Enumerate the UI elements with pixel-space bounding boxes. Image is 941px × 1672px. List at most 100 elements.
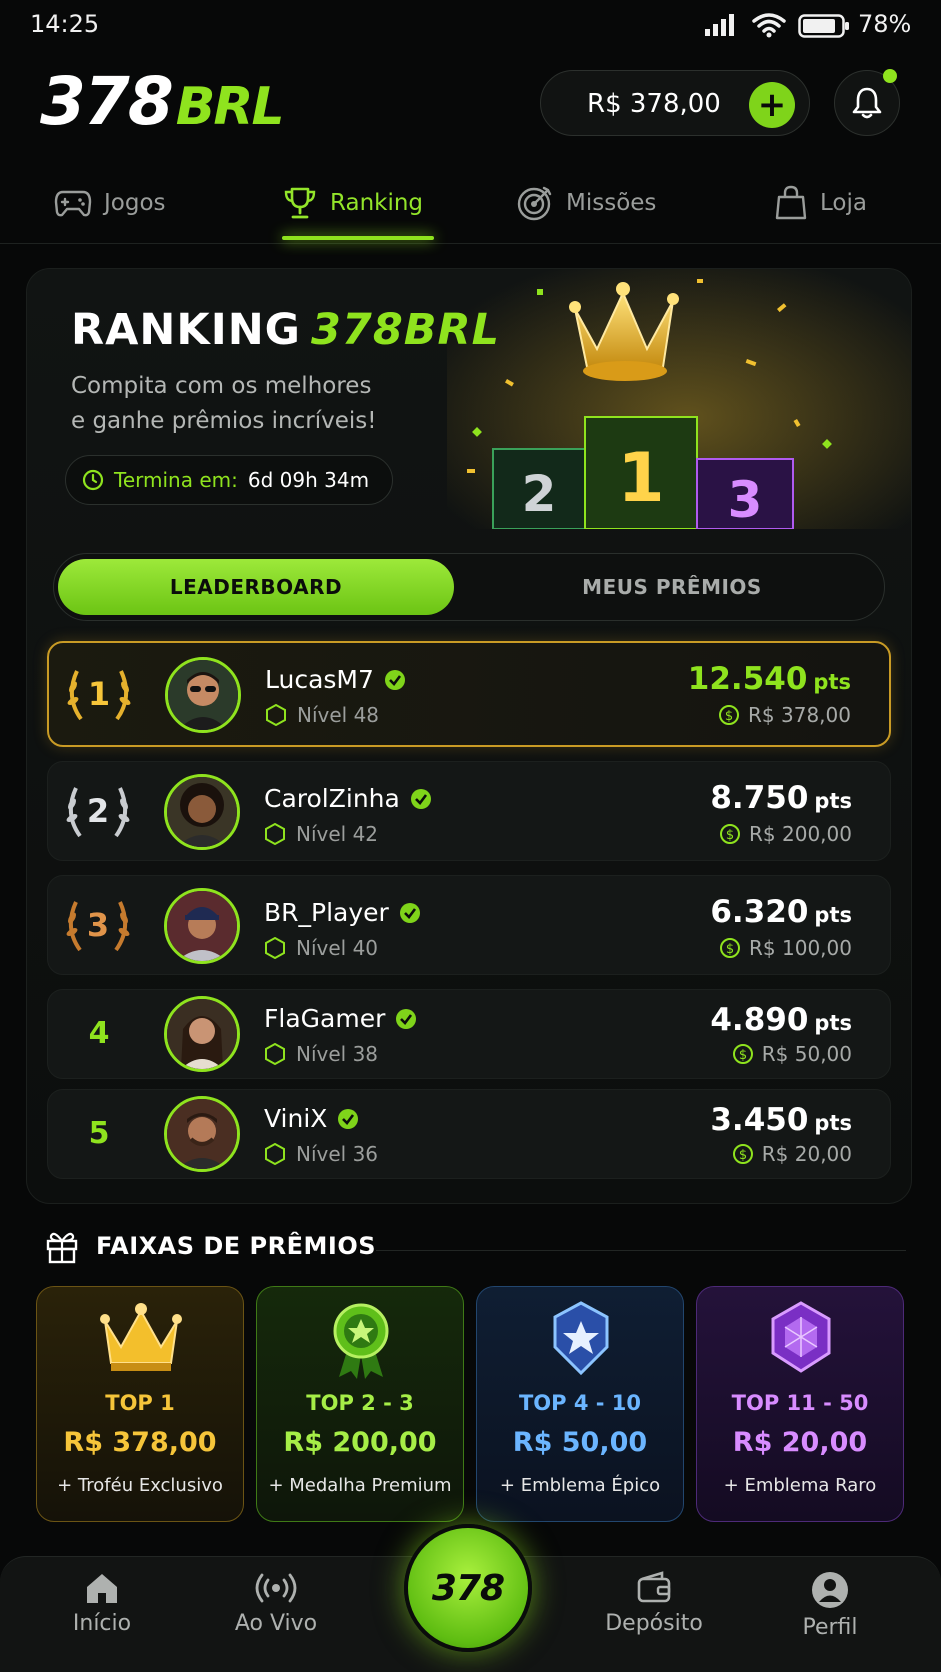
coin-icon: $ — [732, 1044, 753, 1064]
player-name-row: FlaGamer — [264, 1004, 417, 1033]
player-name: ViniX — [264, 1104, 328, 1133]
add-funds-button[interactable]: + — [749, 82, 795, 128]
avatar-image — [167, 777, 237, 847]
wifi-icon — [752, 13, 786, 38]
prize-tier-card[interactable]: TOP 1 R$ 378,00 + Troféu Exclusivo — [36, 1286, 244, 1522]
crown-icon — [100, 1303, 182, 1371]
prize-tiers-header: FAIXAS DE PRÊMIOS — [44, 1228, 376, 1264]
gamepad-icon — [54, 190, 92, 217]
avatar[interactable] — [165, 657, 241, 733]
nav-deposito[interactable]: Depósito — [584, 1571, 724, 1636]
player-name: FlaGamer — [264, 1004, 386, 1033]
bell-icon — [852, 87, 882, 119]
player-name: BR_Player — [264, 898, 389, 927]
notifications-button[interactable] — [834, 69, 900, 136]
points-value: 12.540 — [687, 661, 808, 697]
battery-icon — [798, 14, 849, 38]
svg-text:$: $ — [739, 1048, 747, 1063]
avatar[interactable] — [164, 996, 240, 1072]
target-icon — [517, 186, 552, 221]
svg-text:$: $ — [739, 1148, 747, 1163]
tab-loja[interactable]: Loja — [774, 162, 867, 244]
rank-number: 2 — [87, 792, 109, 830]
tab-label: Ranking — [330, 190, 424, 216]
coin-icon: $ — [732, 1144, 753, 1164]
prize-tier-card[interactable]: TOP 4 - 10 R$ 50,00 + Emblema Épico — [476, 1286, 684, 1522]
active-tab-indicator — [282, 236, 434, 240]
tier-name: TOP 2 - 3 — [306, 1391, 414, 1415]
tab-jogos[interactable]: Jogos — [54, 162, 166, 244]
avatar-image — [167, 891, 237, 961]
rank-number: 1 — [88, 675, 110, 713]
level-hex-icon — [265, 1043, 285, 1065]
player-prize: $ R$ 100,00 — [719, 936, 852, 960]
app-logo[interactable]: 378BRL — [40, 64, 285, 145]
tab-missoes[interactable]: Missões — [516, 162, 656, 244]
silver-laurel-icon: 2 — [66, 787, 130, 838]
nav-ao-vivo[interactable]: Ao Vivo — [206, 1571, 346, 1636]
points-value: 6.320 — [710, 894, 809, 930]
medal-icon — [333, 1303, 389, 1379]
nav-inicio[interactable]: Início — [32, 1571, 172, 1636]
player-level: Nível 38 — [296, 1042, 379, 1066]
avatar-image — [167, 1099, 237, 1169]
player-prize: $ R$ 200,00 — [719, 822, 852, 846]
verified-icon — [396, 1008, 417, 1029]
tab-label: Loja — [820, 190, 867, 216]
avatar-image — [168, 660, 238, 730]
avatar[interactable] — [164, 1096, 240, 1172]
avatar[interactable] — [164, 774, 240, 850]
player-level: Nível 42 — [296, 822, 379, 846]
segment-meus-premios[interactable]: MEUS PRÊMIOS — [464, 559, 880, 615]
divider — [376, 1250, 906, 1251]
avatar[interactable] — [164, 888, 240, 964]
nav-perfil[interactable]: Perfil — [760, 1571, 900, 1640]
user-icon — [812, 1572, 848, 1608]
leaderboard-row[interactable]: 4 FlaGamer Nível 38 4.890 pts $ R$ 50,00 — [47, 989, 891, 1079]
leaderboard-row[interactable]: 5 ViniX Nível 36 3.450 pts $ R$ 20,00 — [47, 1089, 891, 1179]
prize-amount: R$ 378,00 — [748, 703, 851, 727]
verified-icon — [399, 902, 420, 923]
points-unit: pts — [814, 789, 852, 813]
segment-leaderboard[interactable]: LEADERBOARD — [58, 559, 454, 615]
tab-label: Missões — [566, 190, 657, 216]
tier-description: + Emblema Épico — [499, 1475, 661, 1496]
player-points: 6.320 pts — [710, 894, 852, 930]
center-logo-button[interactable]: 378 — [404, 1524, 532, 1652]
leaderboard-row[interactable]: 3 BR_Player Nível 40 6.320 pts $ R$ 100,0… — [47, 875, 891, 975]
timer-value: 6d 09h 34m — [247, 468, 370, 492]
tier-description: + Emblema Raro — [723, 1475, 877, 1496]
tab-ranking[interactable]: Ranking — [282, 162, 423, 244]
shopping-bag-icon — [775, 185, 807, 220]
nav-label: Início — [72, 1611, 132, 1636]
tab-label: Jogos — [104, 190, 166, 216]
leaderboard-row[interactable]: 1 LucasM7 Nível 48 12.540 pts $ R$ 378,00 — [47, 641, 891, 747]
countdown-timer: Termina em: 6d 09h 34m — [65, 455, 393, 505]
player-level: Nível 40 — [296, 936, 379, 960]
points-unit: pts — [814, 1011, 852, 1035]
balance-pill[interactable]: R$ 378,00 + — [540, 70, 810, 136]
ranking-title-main: RANKING — [71, 305, 301, 355]
tier-name: TOP 4 - 10 — [518, 1391, 642, 1415]
center-logo-label: 378 — [431, 1567, 505, 1609]
balance-amount: R$ 378,00 — [587, 89, 721, 119]
verified-icon — [384, 669, 405, 690]
leaderboard-segmented-control: LEADERBOARD MEUS PRÊMIOS — [53, 553, 885, 621]
coin-icon: $ — [719, 705, 740, 725]
leaderboard-row[interactable]: 2 CarolZinha Nível 42 8.750 pts $ R$ 200,… — [47, 761, 891, 861]
prize-tier-card[interactable]: TOP 2 - 3 R$ 200,00 + Medalha Premium — [256, 1286, 464, 1522]
player-name-row: BR_Player — [264, 898, 421, 927]
svg-text:$: $ — [726, 942, 734, 957]
rank-number: 3 — [87, 906, 109, 944]
prize-tiers-title: FAIXAS DE PRÊMIOS — [96, 1232, 376, 1260]
verified-icon — [410, 788, 431, 809]
logo-accent: BRL — [175, 77, 285, 137]
player-points: 8.750 pts — [710, 780, 852, 816]
ranking-subtitle: Compita com os melhores e ganhe prêmios … — [71, 369, 451, 439]
points-value: 3.450 — [710, 1102, 809, 1138]
player-level: Nível 48 — [297, 703, 380, 727]
prize-tier-card[interactable]: TOP 11 - 50 R$ 20,00 + Emblema Raro — [696, 1286, 904, 1522]
player-name-row: ViniX — [264, 1104, 359, 1133]
tier-description: + Medalha Premium — [268, 1475, 452, 1496]
player-level-row: Nível 40 — [264, 936, 378, 960]
